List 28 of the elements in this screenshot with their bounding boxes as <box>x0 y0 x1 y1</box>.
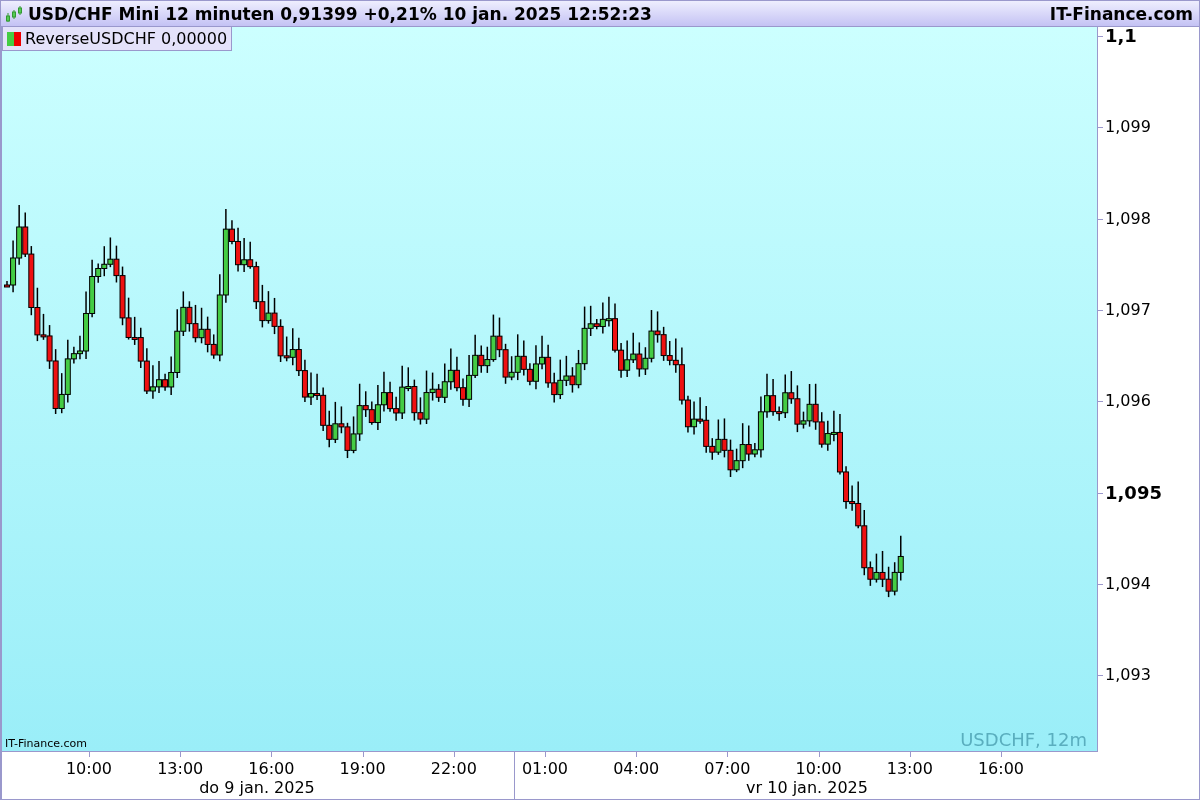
axis-label: 04:00 <box>612 759 661 778</box>
candle-color-icon <box>7 31 21 46</box>
axis-label: 22:00 <box>429 759 478 778</box>
credit-text: IT-Finance.com <box>5 737 87 750</box>
axis-label: 1,098 <box>1105 209 1151 228</box>
chart-caption: USDCHF, 12m <box>960 729 1087 750</box>
axis-label: 13:00 <box>885 759 934 778</box>
axis-label: 13:00 <box>156 759 205 778</box>
axis-label: 1,093 <box>1105 666 1151 685</box>
axis-label: 10:00 <box>64 759 114 778</box>
axis-label: 1,095 <box>1105 483 1162 502</box>
site-name: IT-Finance.com <box>1049 3 1193 24</box>
axis-label: 16:00 <box>976 759 1026 778</box>
axis-label: 01:00 <box>520 759 570 778</box>
candlestick-icon <box>5 4 23 23</box>
axis-label: 1,096 <box>1105 392 1151 411</box>
axis-label: 1,094 <box>1105 574 1151 593</box>
axis-label: 07:00 <box>703 759 752 778</box>
chart-title: USD/CHF Mini 12 minuten 0,91399 +0,21% 10 jan. 2025 12:52:23 <box>28 3 653 24</box>
axis-label: 16:00 <box>247 759 296 778</box>
axis-label: 1,099 <box>1105 118 1151 137</box>
date-label: vr 10 jan. 2025 <box>745 778 869 797</box>
axis-label: 10:00 <box>794 759 843 778</box>
axis-label: 1,1 <box>1105 27 1137 45</box>
legend-label: ReverseUSDCHF 0,00000 <box>25 29 228 48</box>
axis-label: 19:00 <box>338 759 387 778</box>
date-label: do 9 jan. 2025 <box>198 778 316 797</box>
axis-label: 1,097 <box>1105 300 1151 319</box>
